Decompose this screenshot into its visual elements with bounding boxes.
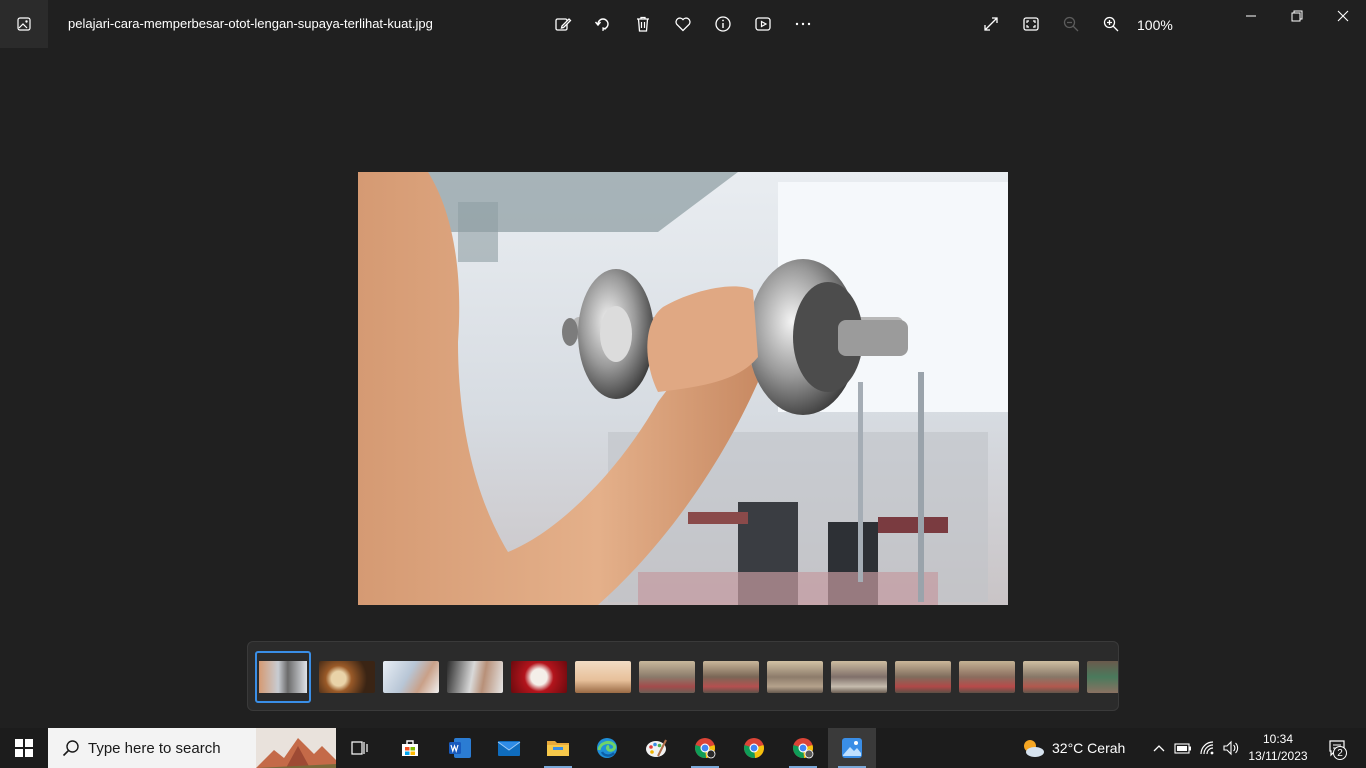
filmstrip-thumbnail[interactable] — [383, 661, 439, 693]
filmstrip-thumbnail[interactable] — [575, 661, 631, 693]
clock-date: 13/11/2023 — [1248, 749, 1308, 763]
taskbar: Type here to search 32°C Cerah 10:34 13/… — [0, 728, 1366, 768]
edge-button[interactable] — [583, 728, 631, 768]
close-button[interactable] — [1320, 0, 1366, 32]
search-icon — [62, 740, 79, 757]
task-view-button[interactable] — [336, 728, 384, 768]
slideshow-icon[interactable] — [751, 12, 775, 36]
chrome-profile-2-button[interactable] — [779, 728, 827, 768]
speaker-icon — [1223, 740, 1239, 756]
filmstrip-thumbnail[interactable] — [447, 661, 503, 693]
zoom-in-icon[interactable] — [1099, 12, 1123, 36]
dumbbell-photo — [358, 172, 1008, 605]
weather-text: 32°C Cerah — [1052, 740, 1126, 756]
filmstrip — [247, 641, 1119, 711]
search-placeholder: Type here to search — [88, 739, 221, 757]
clock-time: 10:34 — [1262, 732, 1294, 746]
filmstrip-thumbnail[interactable] — [767, 661, 823, 693]
filmstrip-thumbnail[interactable] — [895, 661, 951, 693]
edit-image-icon[interactable] — [551, 12, 575, 36]
start-button[interactable] — [0, 728, 48, 768]
notification-count-badge: 2 — [1333, 746, 1347, 760]
microsoft-store-icon — [402, 740, 418, 756]
photos-app-window: pelajari-cara-memperbesar-otot-lengan-su… — [0, 0, 1366, 728]
filmstrip-thumbnail[interactable] — [1087, 661, 1118, 693]
title-bar: pelajari-cara-memperbesar-otot-lengan-su… — [0, 0, 1366, 48]
filmstrip-thumbnail[interactable] — [703, 661, 759, 693]
chrome-profile-1-button[interactable] — [681, 728, 729, 768]
delete-icon[interactable] — [631, 12, 655, 36]
volume-button[interactable] — [1220, 728, 1242, 768]
weather-widget[interactable]: 32°C Cerah — [1020, 728, 1132, 768]
windows-logo-icon — [15, 739, 33, 757]
filmstrip-thumbnail[interactable] — [831, 661, 887, 693]
minimize-button[interactable] — [1228, 0, 1274, 32]
filmstrip-thumbnail[interactable] — [1023, 661, 1079, 693]
filmstrip-thumbnail[interactable] — [511, 661, 567, 693]
word-icon — [449, 738, 471, 758]
filmstrip-thumbnail[interactable] — [639, 661, 695, 693]
filmstrip-thumbnail[interactable] — [255, 651, 311, 703]
chrome-button[interactable] — [730, 728, 778, 768]
fit-to-window-icon[interactable] — [1019, 12, 1043, 36]
favorite-icon[interactable] — [671, 12, 695, 36]
chevron-up-icon — [1153, 745, 1165, 752]
mail-icon — [497, 741, 521, 756]
partly-cloudy-icon — [1024, 740, 1044, 757]
main-photo[interactable] — [358, 172, 1008, 605]
zoom-level[interactable]: 100% — [1137, 17, 1173, 33]
photos-button[interactable] — [828, 728, 876, 768]
folder-icon — [547, 741, 569, 756]
taskbar-search-box[interactable]: Type here to search — [48, 728, 336, 768]
rotate-icon[interactable] — [591, 12, 615, 36]
photos-icon — [842, 738, 862, 758]
wifi-icon — [1200, 741, 1214, 755]
chrome-icon — [695, 738, 716, 759]
task-view-icon — [351, 741, 368, 755]
paint-palette-icon — [646, 739, 667, 757]
word-button[interactable] — [436, 728, 484, 768]
photos-app-icon[interactable] — [0, 0, 48, 48]
battery-button[interactable] — [1172, 728, 1194, 768]
file-explorer-button[interactable] — [534, 728, 582, 768]
mail-button[interactable] — [485, 728, 533, 768]
microsoft-store-button[interactable] — [386, 728, 434, 768]
fullscreen-icon[interactable] — [979, 12, 1003, 36]
chrome-icon — [744, 738, 764, 759]
filmstrip-thumbnail[interactable] — [319, 661, 375, 693]
zoom-out-icon[interactable] — [1059, 12, 1083, 36]
filmstrip-thumbnail[interactable] — [959, 661, 1015, 693]
file-name: pelajari-cara-memperbesar-otot-lengan-su… — [68, 16, 433, 31]
paint-button[interactable] — [632, 728, 680, 768]
wifi-button[interactable] — [1197, 728, 1219, 768]
search-highlight-art — [256, 728, 336, 768]
battery-icon — [1174, 743, 1191, 754]
restore-button[interactable] — [1274, 0, 1320, 32]
info-icon[interactable] — [711, 12, 735, 36]
chrome-icon — [793, 738, 814, 759]
more-options-icon[interactable] — [791, 12, 815, 36]
clock[interactable]: 10:34 13/11/2023 — [1246, 731, 1310, 765]
show-hidden-icons-button[interactable] — [1148, 728, 1170, 768]
edge-icon — [597, 738, 617, 758]
